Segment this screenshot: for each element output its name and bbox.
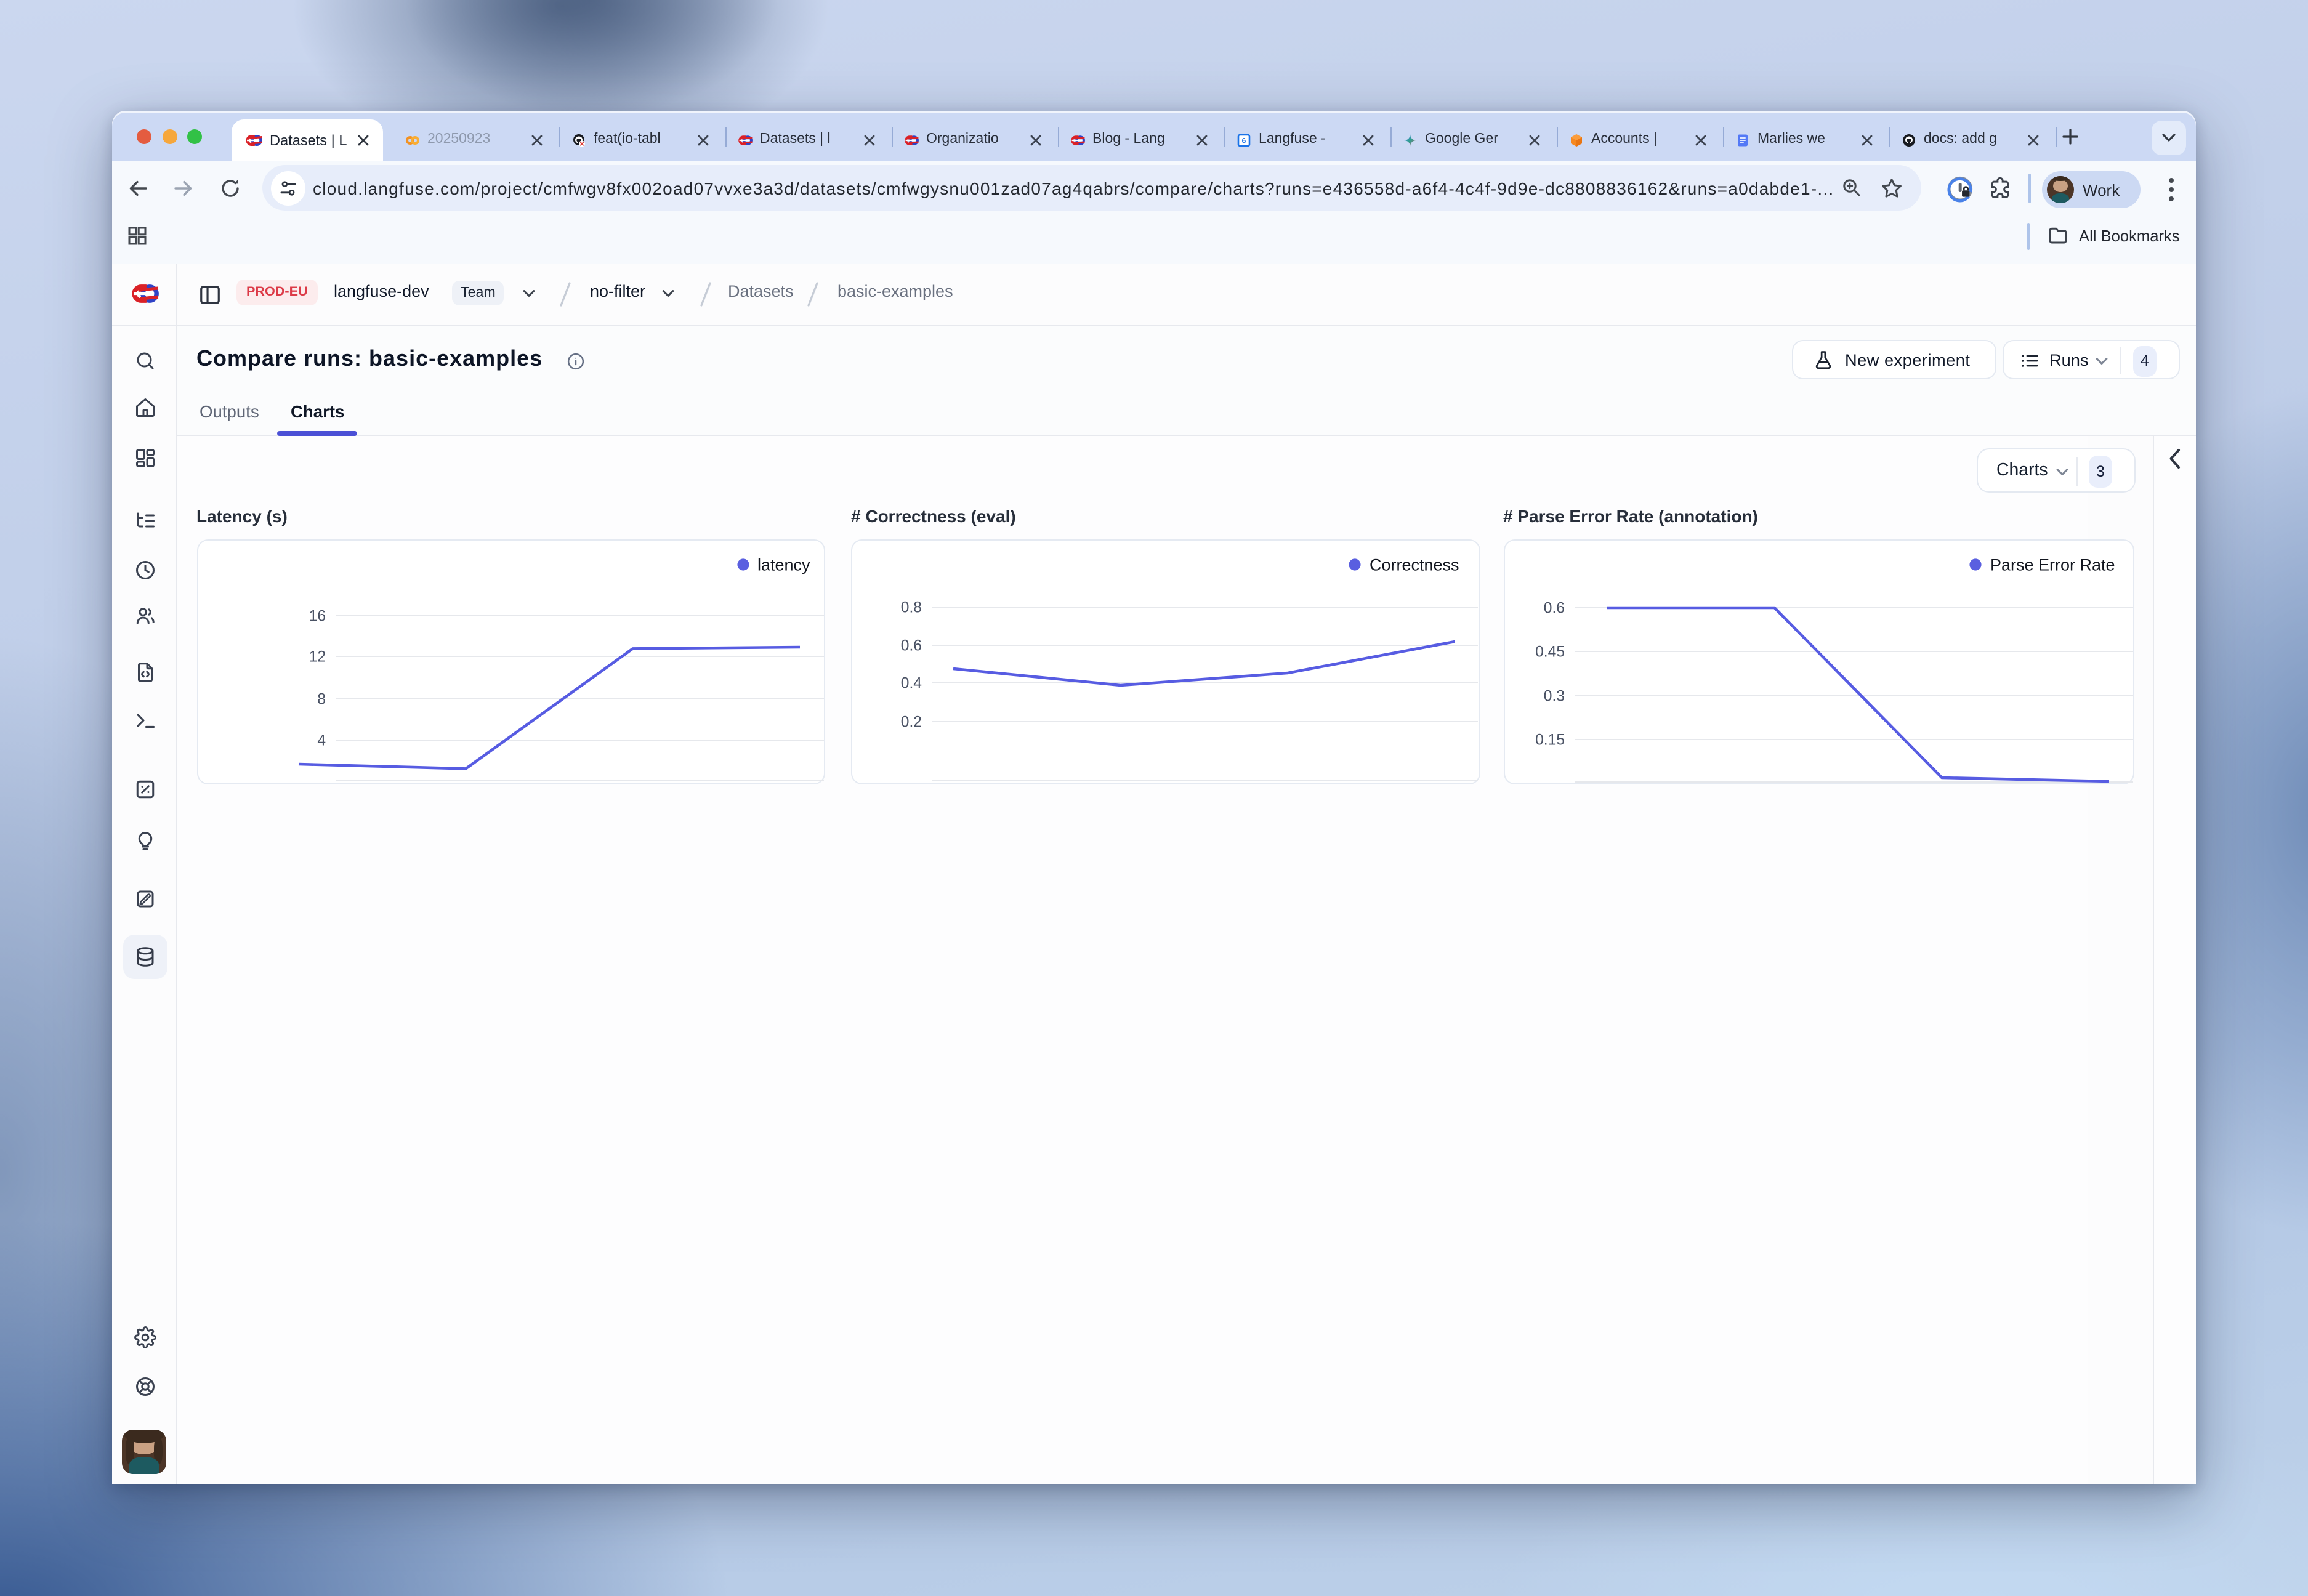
svg-text:Parse Error Rate: Parse Error Rate bbox=[1990, 556, 2115, 574]
svg-text:0.2: 0.2 bbox=[901, 714, 922, 731]
svg-text:latency: latency bbox=[757, 556, 810, 574]
svg-text:16: 16 bbox=[309, 608, 325, 625]
svg-text:0.45: 0.45 bbox=[1535, 644, 1564, 661]
svg-text:4: 4 bbox=[317, 733, 325, 749]
svg-text:12: 12 bbox=[309, 649, 325, 666]
svg-text:0.3: 0.3 bbox=[1543, 688, 1564, 705]
svg-text:0.4: 0.4 bbox=[901, 675, 922, 692]
svg-text:0.6: 0.6 bbox=[901, 638, 922, 655]
svg-text:0.8: 0.8 bbox=[901, 600, 922, 616]
svg-text:Correctness: Correctness bbox=[1370, 556, 1459, 574]
svg-text:6: 6 bbox=[1242, 137, 1246, 145]
svg-text:0.6: 0.6 bbox=[1543, 600, 1564, 617]
svg-text:8: 8 bbox=[317, 691, 325, 708]
svg-text:0.15: 0.15 bbox=[1535, 732, 1564, 749]
